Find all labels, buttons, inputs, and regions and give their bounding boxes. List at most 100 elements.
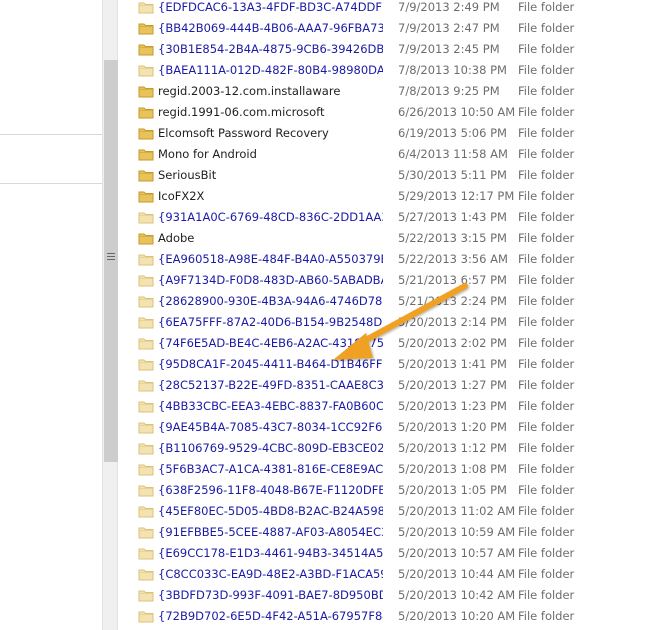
- list-item[interactable]: {5F6B3AC7-A1CA-4381-816E-CE8E9AC5F... 5/2…: [118, 459, 667, 480]
- list-item[interactable]: regid.2003-12.com.installaware 7/8/2013 9…: [118, 81, 667, 102]
- item-name: {95D8CA1F-2045-4411-B464-D1B46FF373...: [158, 357, 383, 371]
- list-item[interactable]: {C8CC033C-EA9D-48E2-A3BD-F1ACA59D... 5/20…: [118, 564, 667, 585]
- folder-icon: [138, 21, 154, 35]
- list-item[interactable]: {B1106769-9529-4CBC-809D-EB3CE02849... 5/…: [118, 438, 667, 459]
- item-type: File folder: [518, 315, 575, 329]
- list-item[interactable]: regid.1991-06.com.microsoft 6/26/2013 10:…: [118, 102, 667, 123]
- item-date-modified: 5/20/2013 10:20 AM: [398, 609, 516, 623]
- list-item[interactable]: SeriousBit 5/30/2013 5:11 PM File folder: [118, 165, 667, 186]
- list-item[interactable]: {6EA75FFF-87A2-40D6-B154-9B2548D81F... 5/…: [118, 312, 667, 333]
- item-date-modified: 5/20/2013 10:44 AM: [398, 567, 516, 581]
- item-date-modified: 6/4/2013 11:58 AM: [398, 147, 508, 161]
- item-date-modified: 7/8/2013 10:38 PM: [398, 63, 507, 77]
- item-name: {638F2596-11F8-4048-B67E-F1120DFBFE95}: [158, 483, 383, 497]
- item-date-modified: 6/26/2013 10:50 AM: [398, 105, 516, 119]
- folder-icon: [138, 546, 154, 560]
- list-item[interactable]: Adobe 5/22/2013 3:15 PM File folder: [118, 228, 667, 249]
- item-date-modified: 5/27/2013 1:43 PM: [398, 210, 507, 224]
- item-name: {72B9D702-6E5D-4F42-A51A-67957F8463...: [158, 609, 383, 623]
- item-name: {C8CC033C-EA9D-48E2-A3BD-F1ACA59D...: [158, 567, 383, 581]
- folder-icon: [138, 609, 154, 623]
- item-name: regid.1991-06.com.microsoft: [158, 105, 325, 119]
- item-type: File folder: [518, 210, 575, 224]
- item-date-modified: 5/20/2013 1:23 PM: [398, 399, 507, 413]
- item-name: Mono for Android: [158, 147, 257, 161]
- folder-icon: [138, 504, 154, 518]
- list-item[interactable]: {28628900-930E-4B3A-94A6-4746D786D4... 5/…: [118, 291, 667, 312]
- list-item[interactable]: {EA960518-A98E-484F-B4A0-A550379EC4... 5/…: [118, 249, 667, 270]
- item-name: SeriousBit: [158, 168, 217, 182]
- item-name: {A9F7134D-F0D8-483D-AB60-5ABADBA7...: [158, 273, 383, 287]
- folder-icon: [138, 525, 154, 539]
- list-item[interactable]: {BB42B069-444B-4B06-AAA7-96FBA73C4... 7/9…: [118, 18, 667, 39]
- item-date-modified: 5/29/2013 12:17 PM: [398, 189, 515, 203]
- folder-icon: [138, 336, 154, 350]
- item-type: File folder: [518, 0, 575, 14]
- list-item[interactable]: {74F6E5AD-BE4C-4EB6-A2AC-4318A75... 5/20/…: [118, 333, 667, 354]
- item-type: File folder: [518, 84, 575, 98]
- folder-icon: [138, 147, 154, 161]
- item-name: {EA960518-A98E-484F-B4A0-A550379EC4...: [158, 252, 383, 266]
- list-item[interactable]: {28C52137-B22E-49FD-8351-CAAE8C36F7... 5/…: [118, 375, 667, 396]
- item-date-modified: 7/9/2013 2:49 PM: [398, 0, 500, 14]
- vertical-scrollbar[interactable]: [102, 0, 118, 630]
- item-name: {30B1E854-2B4A-4875-9CB6-39426DB481...: [158, 42, 383, 56]
- list-item[interactable]: {95D8CA1F-2045-4411-B464-D1B46FF373... 5/…: [118, 354, 667, 375]
- item-date-modified: 5/21/2013 6:57 PM: [398, 273, 507, 287]
- item-date-modified: 7/9/2013 2:45 PM: [398, 42, 500, 56]
- folder-icon: [138, 42, 154, 56]
- item-date-modified: 7/9/2013 2:47 PM: [398, 21, 500, 35]
- item-type: File folder: [518, 231, 575, 245]
- folder-icon: [138, 588, 154, 602]
- item-name: {28628900-930E-4B3A-94A6-4746D786D4...: [158, 294, 383, 308]
- list-item[interactable]: {A9F7134D-F0D8-483D-AB60-5ABADBA7... 5/21…: [118, 270, 667, 291]
- folder-icon: [138, 231, 154, 245]
- item-date-modified: 5/20/2013 11:02 AM: [398, 504, 516, 518]
- item-name: {91EFBBE5-5CEE-4887-AF03-A8054EC355...: [158, 525, 383, 539]
- item-type: File folder: [518, 147, 575, 161]
- list-item[interactable]: Mono for Android 6/4/2013 11:58 AM File fo…: [118, 144, 667, 165]
- item-type: File folder: [518, 357, 575, 371]
- list-item[interactable]: Elcomsoft Password Recovery 6/19/2013 5:0…: [118, 123, 667, 144]
- list-item[interactable]: {91EFBBE5-5CEE-4887-AF03-A8054EC355... 5/…: [118, 522, 667, 543]
- folder-icon: [138, 294, 154, 308]
- item-date-modified: 5/20/2013 10:42 AM: [398, 588, 516, 602]
- folder-icon: [138, 357, 154, 371]
- item-name: {6EA75FFF-87A2-40D6-B154-9B2548D81F...: [158, 315, 383, 329]
- item-name: {9AE45B4A-7085-43C7-8034-1CC92F65FD...: [158, 420, 383, 434]
- navigation-pane: [0, 0, 102, 630]
- item-date-modified: 5/22/2013 3:56 AM: [398, 252, 508, 266]
- folder-icon: [138, 441, 154, 455]
- list-item[interactable]: {EDFDCAC6-13A3-4FDF-BD3C-A74DDF70... 7/9/…: [118, 0, 667, 18]
- item-type: File folder: [518, 588, 575, 602]
- list-item[interactable]: {3BDFD73D-993F-4091-BAE7-8D950BD5C... 5/2…: [118, 585, 667, 606]
- list-item[interactable]: IcoFX2X 5/29/2013 12:17 PM File folder: [118, 186, 667, 207]
- item-name: {3BDFD73D-993F-4091-BAE7-8D950BD5C...: [158, 588, 383, 602]
- item-date-modified: 5/20/2013 1:12 PM: [398, 441, 507, 455]
- item-type: File folder: [518, 21, 575, 35]
- scrollbar-thumb[interactable]: [104, 60, 118, 462]
- item-name: {E69CC178-E1D3-4461-94B3-34514A5D4F...: [158, 546, 383, 560]
- list-item[interactable]: {638F2596-11F8-4048-B67E-F1120DFBFE95} 5/…: [118, 480, 667, 501]
- item-date-modified: 5/20/2013 1:41 PM: [398, 357, 507, 371]
- list-item[interactable]: {E69CC178-E1D3-4461-94B3-34514A5D4F... 5/…: [118, 543, 667, 564]
- list-item[interactable]: {4BB33CBC-EEA3-4EBC-8837-FA0B60C8E... 5/2…: [118, 396, 667, 417]
- item-type: File folder: [518, 105, 575, 119]
- item-name: {931A1A0C-6769-48CD-836C-2DD1AA39...: [158, 210, 383, 224]
- item-name: {BB42B069-444B-4B06-AAA7-96FBA73C4...: [158, 21, 383, 35]
- item-type: File folder: [518, 189, 575, 203]
- list-item[interactable]: {45EF80EC-5D05-4BD8-B2AC-B24A598FB... 5/2…: [118, 501, 667, 522]
- list-item[interactable]: {30B1E854-2B4A-4875-9CB6-39426DB481... 7/…: [118, 39, 667, 60]
- list-item[interactable]: {72B9D702-6E5D-4F42-A51A-67957F8463... 5/…: [118, 606, 667, 627]
- item-name: {4BB33CBC-EEA3-4EBC-8837-FA0B60C8E...: [158, 399, 383, 413]
- item-type: File folder: [518, 336, 575, 350]
- list-item[interactable]: {931A1A0C-6769-48CD-836C-2DD1AA39... 5/27…: [118, 207, 667, 228]
- folder-icon: [138, 420, 154, 434]
- folder-icon: [138, 483, 154, 497]
- item-date-modified: 5/20/2013 1:20 PM: [398, 420, 507, 434]
- item-date-modified: 5/20/2013 1:05 PM: [398, 483, 507, 497]
- item-date-modified: 5/20/2013 1:08 PM: [398, 462, 507, 476]
- item-date-modified: 5/21/2013 2:24 PM: [398, 294, 507, 308]
- list-item[interactable]: {9AE45B4A-7085-43C7-8034-1CC92F65FD... 5/…: [118, 417, 667, 438]
- list-item[interactable]: {BAEA111A-012D-482F-80B4-98980DA43... 7/8…: [118, 60, 667, 81]
